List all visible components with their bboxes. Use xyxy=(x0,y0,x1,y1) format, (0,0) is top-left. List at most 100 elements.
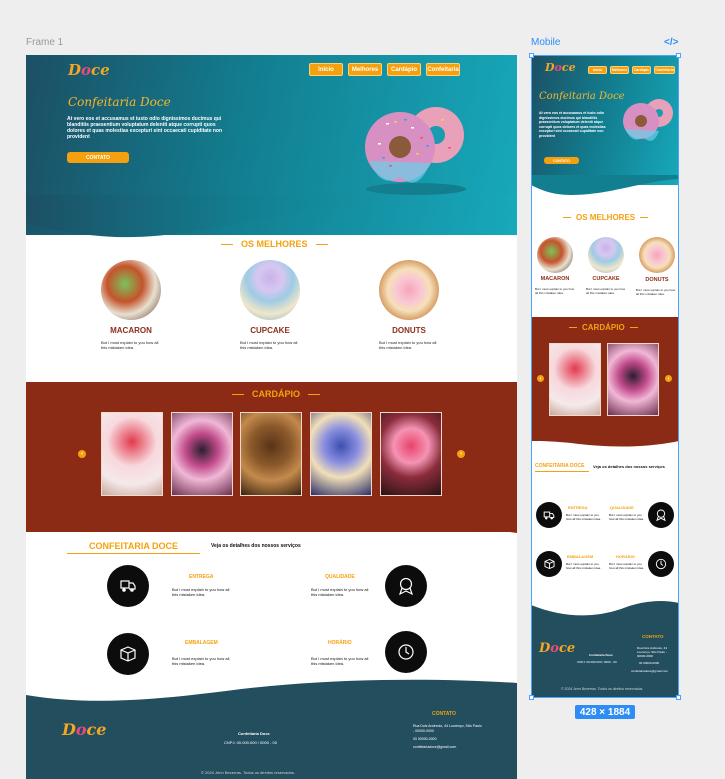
mobile-hero-text: At vero eos et accusamus et iusto odio d… xyxy=(539,111,606,138)
product-desc-donuts: But I must explain to you how all this m… xyxy=(379,340,437,350)
mobile-nav-cardapio[interactable]: Cardápio xyxy=(632,66,651,74)
hero-text: At vero eos et accusamus et iusto odio d… xyxy=(67,116,223,140)
services-title-underline xyxy=(67,553,200,554)
footer-company: Confeitaria Doce xyxy=(238,731,270,736)
mobile-nav-inicio[interactable]: Início xyxy=(588,66,607,74)
footer-email[interactable]: confeitariadoce@gmail.com xyxy=(413,745,456,749)
mobile-logo[interactable]: Doce xyxy=(545,61,576,74)
mobile-product-desc-donuts: But I must explain to you how all this m… xyxy=(636,288,676,296)
clock-icon xyxy=(385,631,427,673)
mobile-service-desc-horario: But I must explain to you how all this m… xyxy=(609,562,645,570)
mobile-clock-icon xyxy=(648,551,674,577)
menu-item-2[interactable] xyxy=(171,412,233,496)
menu-prev-arrow[interactable]: ‹ xyxy=(78,450,86,458)
menu-item-3[interactable] xyxy=(240,412,302,496)
mobile-menu-item-1[interactable] xyxy=(549,343,601,416)
services-title: CONFEITARIA DOCE xyxy=(89,541,178,551)
mobile-macaron-image xyxy=(537,237,573,273)
award-icon xyxy=(385,565,427,607)
footer-contact-title: CONTATO xyxy=(432,711,456,717)
mobile-product-name-macaron: MACARON xyxy=(540,276,570,282)
nav-melhores[interactable]: Melhores xyxy=(348,63,382,76)
mobile-product-desc-macaron: But I must explain to you how all this m… xyxy=(535,287,575,295)
mobile-service-title-entrega: ENTREGA xyxy=(568,505,588,510)
service-desc-horario: But I must explain to you how all this m… xyxy=(311,656,369,666)
service-title-qualidade: QUALIDADE xyxy=(325,574,355,580)
menu-item-4[interactable] xyxy=(310,412,372,496)
donuts-image xyxy=(379,260,439,320)
service-desc-embalagem: But I must explain to you how all this m… xyxy=(172,656,230,666)
mobile-package-icon xyxy=(536,551,562,577)
mobile-award-icon xyxy=(648,502,674,528)
resize-handle-top-left[interactable] xyxy=(529,53,534,58)
service-title-entrega: ENTREGA xyxy=(189,574,214,580)
product-desc-macaron: But I must explain to you how all this m… xyxy=(101,340,159,350)
footer-phone: 00 00000-0000 xyxy=(413,737,437,741)
mobile-footer-wave xyxy=(531,601,679,625)
service-desc-qualidade: But I must explain to you how all this m… xyxy=(311,587,369,597)
nav-cardapio[interactable]: Cardápio xyxy=(387,63,421,76)
footer-copyright: © 2024 Jenn Bezerras. Todos os direitos … xyxy=(201,770,296,775)
services-subtitle: Veja os detalhes dos nossos serviços xyxy=(211,543,301,549)
footer-wave xyxy=(26,679,517,713)
mobile-footer-logo[interactable]: Doce xyxy=(539,641,575,656)
nav-confeitaria[interactable]: Confeitaria xyxy=(426,63,460,76)
mobile-services-subtitle: Veja os detalhes dos nossos serviços xyxy=(593,464,665,469)
mobile-menu-prev-arrow[interactable]: ‹ xyxy=(537,375,544,382)
menu-next-arrow[interactable]: › xyxy=(457,450,465,458)
menu-item-1[interactable] xyxy=(101,412,163,496)
mobile-services-underline xyxy=(535,471,589,472)
mobile-hero-title: Confeitaria Doce xyxy=(539,91,625,102)
menu-item-5[interactable] xyxy=(380,412,442,496)
frame-label[interactable]: Frame 1 xyxy=(26,37,63,48)
mobile-nav-confeitaria[interactable]: Confeitaria xyxy=(654,66,675,74)
resize-handle-top-right[interactable] xyxy=(676,53,681,58)
code-icon[interactable]: </> xyxy=(664,37,678,48)
mobile-footer-address: Rua Dois Andreolo, 44 Lourenço, São Paul… xyxy=(637,646,668,658)
mobile-frame[interactable]: Doce Início Melhores Cardápio Confeitari… xyxy=(531,55,679,698)
cupcake-image xyxy=(240,260,300,320)
mobile-delivery-icon xyxy=(536,502,562,528)
hero-title: Confeitaria Doce xyxy=(68,95,171,109)
mobile-cupcake-image xyxy=(588,237,624,273)
mobile-service-desc-embalagem: But I must explain to you how all this m… xyxy=(566,562,602,570)
resize-handle-bottom-left[interactable] xyxy=(529,695,534,700)
mobile-nav-melhores[interactable]: Melhores xyxy=(610,66,629,74)
mobile-menu-title: CARDÁPIO xyxy=(569,323,638,332)
service-title-horario: HORÁRIO xyxy=(328,640,352,646)
mobile-footer-copyright: © 2024 Jenn Bezerras. Todos os direitos … xyxy=(561,687,644,691)
delivery-icon xyxy=(107,565,149,607)
service-desc-entrega: But I must explain to you how all this m… xyxy=(172,587,230,597)
desktop-frame[interactable]: Doce Início Melhores Cardápio Confeitari… xyxy=(26,55,517,779)
mobile-service-title-horario: HORÁRIO xyxy=(616,554,635,559)
mobile-footer-company: Confeitaria Doce xyxy=(589,653,613,657)
nav-inicio[interactable]: Início xyxy=(309,63,343,76)
menu-wave xyxy=(26,515,517,533)
mobile-footer-phone: 00 00000-0000 xyxy=(639,661,660,665)
mobile-service-title-embalagem: EMBALAGEM xyxy=(567,554,594,559)
mobile-frame-label[interactable]: Mobile xyxy=(531,37,560,48)
footer-logo[interactable]: Doce xyxy=(62,720,106,739)
logo[interactable]: Doce xyxy=(68,61,110,79)
mobile-service-desc-entrega: But I must explain to you how all this m… xyxy=(566,513,602,521)
mobile-menu-next-arrow[interactable]: › xyxy=(665,375,672,382)
mobile-footer-contact-title: CONTATO xyxy=(642,634,664,639)
footer-address: Rua Dois Andreolo, 44 Lourenço, São Paul… xyxy=(413,724,482,733)
hero-contact-button[interactable]: CONTATO xyxy=(67,152,129,163)
mobile-footer-email[interactable]: confeitariadoce@gmail.com xyxy=(631,669,668,673)
footer-cnpj: CNPJ: 00.000.000 / 0000 - 00 xyxy=(224,740,277,745)
mobile-donut-image xyxy=(623,99,673,141)
size-badge: 428 × 1884 xyxy=(575,705,635,719)
product-name-donuts: DONUTS xyxy=(392,326,426,335)
mobile-product-desc-cupcake: But I must explain to you how all this m… xyxy=(586,287,626,295)
mobile-product-name-cupcake: CUPCAKE xyxy=(592,276,620,282)
mobile-services-title: CONFEITARIA DOCE xyxy=(535,463,585,469)
mobile-footer-cnpj: CNPJ: 00.000.000 / 0000 - 00 xyxy=(577,660,617,664)
mobile-service-title-qualidade: QUALIDADE xyxy=(610,505,634,510)
product-name-cupcake: CUPCAKE xyxy=(250,326,290,335)
mobile-menu-item-2[interactable] xyxy=(607,343,659,416)
mobile-hero-wave xyxy=(531,175,679,195)
mobile-hero-contact-button[interactable]: CONTATO xyxy=(544,157,579,164)
mobile-service-desc-qualidade: But I must explain to you how all this m… xyxy=(609,513,645,521)
resize-handle-bottom-right[interactable] xyxy=(676,695,681,700)
